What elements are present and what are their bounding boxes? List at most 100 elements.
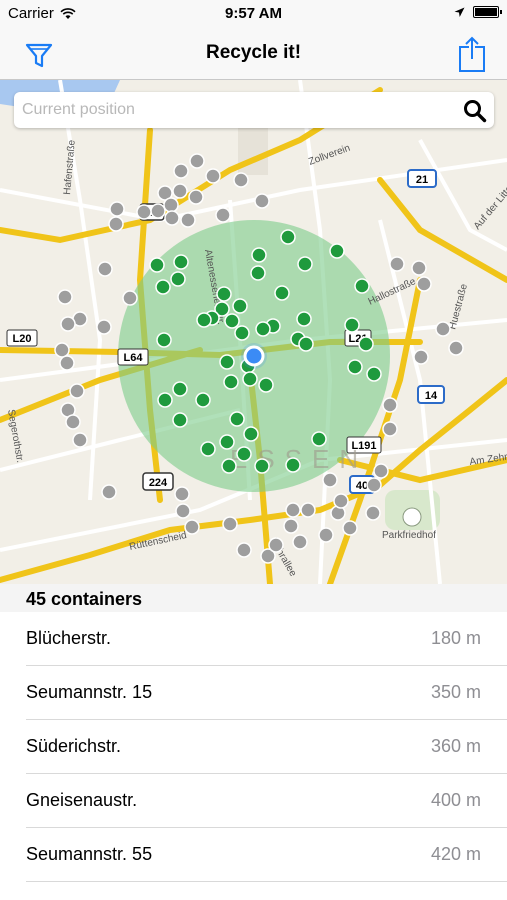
container-marker[interactable] [65,414,81,430]
container-marker[interactable] [173,163,189,179]
container-marker[interactable] [382,421,398,437]
container-marker[interactable] [274,285,290,301]
container-marker[interactable] [173,254,189,270]
container-marker[interactable] [318,527,334,543]
map-view[interactable]: L20 L64 L191 21 14 224 40 L21 224 Hafens… [0,80,507,584]
container-marker[interactable] [109,201,125,217]
container-marker[interactable] [188,189,204,205]
container-marker[interactable] [222,516,238,532]
container-marker[interactable] [389,256,405,272]
container-marker[interactable] [180,212,196,228]
container-marker[interactable] [342,520,358,536]
container-marker[interactable] [219,354,235,370]
container-marker[interactable] [229,411,245,427]
container-marker[interactable] [373,463,389,479]
container-marker[interactable] [298,336,314,352]
container-marker[interactable] [285,457,301,473]
container-marker[interactable] [311,431,327,447]
list-item[interactable]: Seumannstr. 15 350 m [26,666,507,720]
share-icon[interactable] [457,35,487,73]
container-marker[interactable] [354,278,370,294]
container-marker[interactable] [296,311,312,327]
container-marker[interactable] [184,519,200,535]
container-marker[interactable] [416,276,432,292]
container-marker[interactable] [258,377,274,393]
container-marker[interactable] [221,458,237,474]
container-marker[interactable] [329,243,345,259]
container-marker[interactable] [236,542,252,558]
container-marker[interactable] [205,168,221,184]
container-marker[interactable] [174,486,190,502]
container-marker[interactable] [365,505,381,521]
container-marker[interactable] [54,342,70,358]
container-marker[interactable] [382,397,398,413]
container-marker[interactable] [172,412,188,428]
container-marker[interactable] [255,321,271,337]
container-marker[interactable] [163,197,179,213]
container-marker[interactable] [150,203,166,219]
container-marker[interactable] [96,319,112,335]
container-marker[interactable] [215,207,231,223]
container-marker[interactable] [60,316,76,332]
list-item[interactable]: Süderichstr. 360 m [26,720,507,774]
container-marker[interactable] [297,256,313,272]
container-marker[interactable] [251,247,267,263]
container-marker[interactable] [254,458,270,474]
container-marker[interactable] [164,210,180,226]
container-marker[interactable] [59,355,75,371]
container-marker[interactable] [72,432,88,448]
search-input[interactable] [22,92,442,128]
container-marker[interactable] [242,371,258,387]
container-marker[interactable] [216,286,232,302]
container-marker[interactable] [200,441,216,457]
container-marker[interactable] [195,392,211,408]
container-marker[interactable] [250,265,266,281]
container-marker[interactable] [172,183,188,199]
container-marker[interactable] [157,392,173,408]
list-item[interactable]: Seumannstr. 55 420 m [26,828,507,882]
container-marker[interactable] [358,336,374,352]
container-marker[interactable] [411,260,427,276]
container-marker[interactable] [108,216,124,232]
container-marker[interactable] [283,518,299,534]
list-item[interactable]: Blücherstr. 180 m [26,612,507,666]
container-marker[interactable] [322,472,338,488]
container-marker[interactable] [156,332,172,348]
container-marker[interactable] [366,366,382,382]
container-marker[interactable] [333,493,349,509]
container-marker[interactable] [175,503,191,519]
container-marker[interactable] [155,279,171,295]
container-marker[interactable] [300,502,316,518]
container-marker[interactable] [268,537,284,553]
container-marker[interactable] [97,261,113,277]
container-marker[interactable] [149,257,165,273]
list-item[interactable]: Gneisenaustr. 400 m [26,774,507,828]
container-marker[interactable] [122,290,138,306]
container-marker[interactable] [366,477,382,493]
container-marker[interactable] [224,313,240,329]
container-marker[interactable] [170,271,186,287]
container-marker[interactable] [285,502,301,518]
container-marker[interactable] [196,312,212,328]
container-marker[interactable] [292,534,308,550]
container-marker[interactable] [232,298,248,314]
container-marker[interactable] [448,340,464,356]
container-marker[interactable] [280,229,296,245]
container-marker[interactable] [69,383,85,399]
container-marker[interactable] [243,426,259,442]
container-marker[interactable] [189,153,205,169]
container-marker[interactable] [233,172,249,188]
search-icon[interactable] [462,98,488,124]
container-marker[interactable] [435,321,451,337]
container-marker[interactable] [219,434,235,450]
container-marker[interactable] [344,317,360,333]
container-marker[interactable] [236,446,252,462]
container-marker[interactable] [57,289,73,305]
container-marker[interactable] [347,359,363,375]
container-marker[interactable] [234,325,250,341]
container-marker[interactable] [136,204,152,220]
container-marker[interactable] [413,349,429,365]
container-marker[interactable] [172,381,188,397]
container-marker[interactable] [101,484,117,500]
container-marker[interactable] [223,374,239,390]
